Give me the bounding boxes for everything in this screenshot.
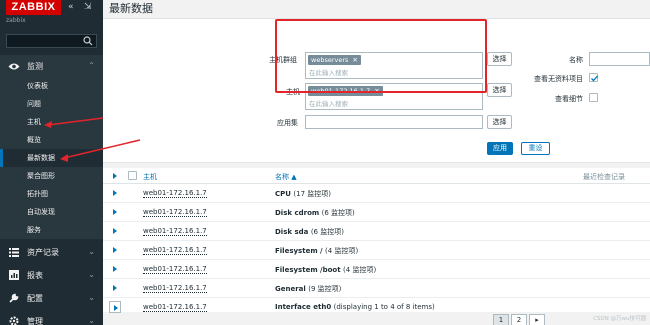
chevron-down-icon: ⌄	[88, 316, 95, 325]
expand-all-icon[interactable]	[113, 173, 117, 179]
row-host[interactable]: web01-172.16.1.7	[143, 303, 207, 312]
show-items-without-data-checkbox[interactable]	[589, 73, 598, 82]
table-row: web01-172.16.1.7 CPU (17 监控项)	[103, 184, 650, 203]
row-application: CPU (17 监控项)	[275, 190, 331, 198]
row-application: Filesystem /boot (4 监控项)	[275, 266, 377, 274]
server-name: zabbix	[6, 17, 26, 24]
sidebar-section-administration[interactable]: 管理 ⌄	[0, 310, 103, 325]
list-icon	[8, 246, 20, 258]
sidebar-item-services[interactable]: 服务	[0, 221, 103, 239]
row-application: Disk cdrom (6 监控项)	[275, 209, 355, 217]
row-host[interactable]: web01-172.16.1.7	[143, 265, 207, 274]
host-groups-select-button[interactable]: 选择	[487, 52, 512, 66]
page-button-2[interactable]: 2	[511, 314, 527, 325]
checkmark-icon	[591, 75, 598, 82]
table-row: web01-172.16.1.7 Disk cdrom (6 监控项)	[103, 203, 650, 222]
pagination: 1 2 ▸	[103, 312, 650, 325]
apply-button[interactable]: 应用	[487, 142, 513, 155]
sidebar-section-label: 报表	[27, 270, 43, 280]
row-application: General (9 监控项)	[275, 285, 342, 293]
table-header: 主机 名称 ▲ 最近检查记录	[103, 168, 650, 184]
expand-row-icon[interactable]	[113, 228, 117, 234]
sidebar-item-maps[interactable]: 拓扑图	[0, 185, 103, 203]
sidebar-section-reports[interactable]: 报表 ⌄	[0, 264, 103, 286]
chevron-down-icon: ⌄	[88, 293, 95, 302]
gear-icon	[8, 315, 20, 325]
sidebar-section-label: 资产记录	[27, 247, 59, 257]
row-host[interactable]: web01-172.16.1.7	[143, 189, 207, 198]
row-host[interactable]: web01-172.16.1.7	[143, 246, 207, 255]
hosts-select-button[interactable]: 选择	[487, 83, 512, 97]
wrench-icon	[8, 292, 20, 304]
collapse-icon[interactable]: «	[68, 2, 74, 12]
popout-icon[interactable]: ⇲	[84, 2, 92, 12]
sidebar-item-latest-data[interactable]: 最新数据	[0, 149, 103, 167]
expand-row-icon[interactable]	[113, 190, 117, 196]
column-name[interactable]: 名称 ▲	[275, 172, 297, 182]
sidebar-item-screens[interactable]: 聚合图形	[0, 167, 103, 185]
row-application: Filesystem / (4 监控项)	[275, 247, 359, 255]
chevron-up-icon: ⌃	[88, 61, 95, 70]
page-title: 最新数据	[109, 2, 153, 15]
eye-icon	[8, 60, 20, 72]
reset-button[interactable]: 重设	[521, 142, 550, 155]
expand-row-icon[interactable]	[113, 209, 117, 215]
monitoring-submenu: 仪表板 问题 主机 概览 最新数据 聚合图形 拓扑图 自动发现 服务	[0, 77, 103, 239]
show-items-without-data-label: 查看无资料项目	[534, 75, 583, 83]
sidebar-section-inventory[interactable]: 资产记录 ⌄	[0, 241, 103, 263]
application-label: 应用集	[277, 119, 298, 127]
sidebar-item-overview[interactable]: 概览	[0, 131, 103, 149]
sidebar-item-dashboard[interactable]: 仪表板	[0, 77, 103, 95]
row-host[interactable]: web01-172.16.1.7	[143, 284, 207, 293]
sidebar-section-label: 监测	[27, 61, 43, 71]
column-host[interactable]: 主机	[143, 172, 157, 182]
page-button-1[interactable]: 1	[493, 314, 509, 325]
sidebar-section-label: 配置	[27, 293, 43, 303]
column-last-check: 最近检查记录	[583, 173, 625, 181]
name-input[interactable]	[589, 52, 650, 66]
row-application: Interface eth0 (displaying 1 to 4 of 8 i…	[275, 303, 435, 311]
table-row: web01-172.16.1.7 General (9 监控项)	[103, 279, 650, 298]
expand-row-icon[interactable]	[113, 247, 117, 253]
chevron-down-icon: ⌄	[88, 247, 95, 256]
sidebar-section-configuration[interactable]: 配置 ⌄	[0, 287, 103, 309]
latest-data-table: 主机 名称 ▲ 最近检查记录 web01-172.16.1.7 CPU (17 …	[103, 168, 650, 313]
table-row: web01-172.16.1.7 Filesystem / (4 监控项)	[103, 241, 650, 260]
show-details-checkbox[interactable]	[589, 93, 598, 102]
sidebar: ZABBIX « ⇲ zabbix 监测 ⌃ 仪表板 问题 主机 概览 最新数据…	[0, 0, 103, 325]
sidebar-item-problems[interactable]: 问题	[0, 95, 103, 113]
sidebar-item-hosts[interactable]: 主机	[0, 113, 103, 131]
hosts-search-placeholder[interactable]: 在此输入搜索	[309, 98, 348, 108]
search-input[interactable]	[6, 34, 97, 48]
search-icon[interactable]	[83, 36, 93, 46]
sidebar-item-discovery[interactable]: 自动发现	[0, 203, 103, 221]
annotation-highlight-box	[275, 19, 487, 93]
application-select-button[interactable]: 选择	[487, 115, 512, 129]
table-row: web01-172.16.1.7 Filesystem /boot (4 监控项…	[103, 260, 650, 279]
select-all-checkbox[interactable]	[128, 171, 137, 180]
zabbix-logo[interactable]: ZABBIX	[6, 0, 61, 15]
chevron-down-icon: ⌄	[88, 270, 95, 279]
table-row: web01-172.16.1.7 Disk sda (6 监控项)	[103, 222, 650, 241]
main-content: 最新数据 主机群组 webservers ✕ 在此输入搜索 选择 主机 web01…	[103, 0, 650, 325]
expand-row-icon[interactable]	[113, 266, 117, 272]
row-host[interactable]: web01-172.16.1.7	[143, 227, 207, 236]
sidebar-section-label: 管理	[27, 316, 43, 325]
name-label: 名称	[569, 56, 583, 64]
expand-row-icon	[114, 305, 118, 311]
sidebar-section-monitoring[interactable]: 监测 ⌃	[0, 55, 103, 77]
next-page-button[interactable]: ▸	[529, 314, 545, 325]
show-details-label: 查看细节	[555, 95, 583, 103]
expand-row-icon[interactable]	[113, 285, 117, 291]
application-input[interactable]	[305, 115, 483, 129]
row-host[interactable]: web01-172.16.1.7	[143, 208, 207, 217]
watermark: CSDN @万wu技可圆	[593, 316, 646, 322]
row-application: Disk sda (6 监控项)	[275, 228, 344, 236]
chart-icon	[8, 269, 20, 281]
